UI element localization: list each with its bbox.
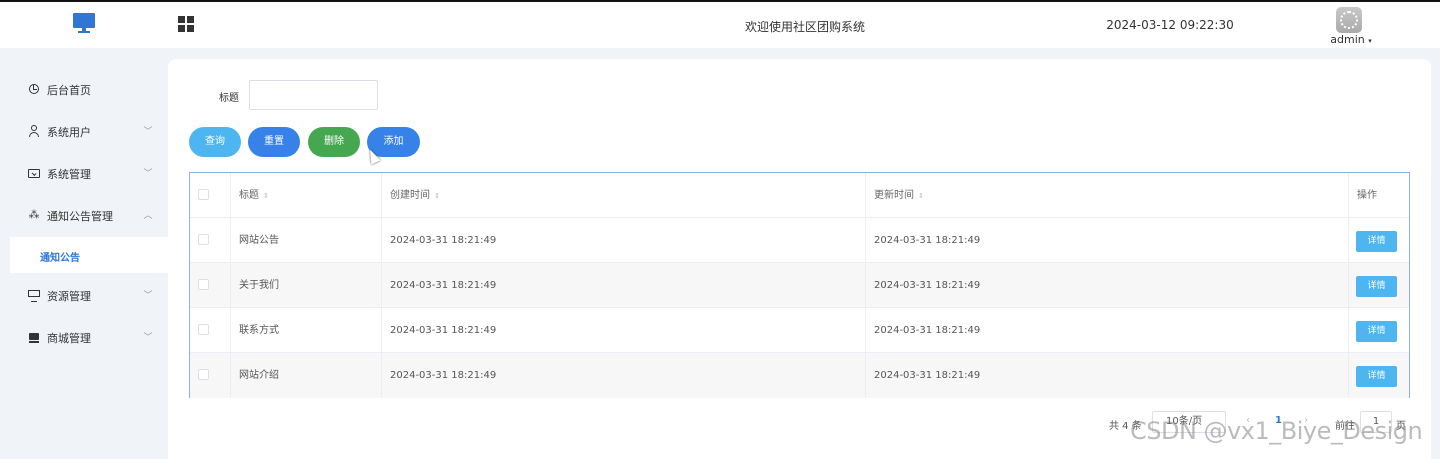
row-checkbox[interactable] [198, 279, 209, 290]
chevron-down-icon: ﹀ [143, 169, 153, 179]
csdn-watermark: CSDN @vx1_Biye_Design [1130, 417, 1423, 445]
avatar[interactable] [1336, 7, 1362, 33]
cell-title: 关于我们 [231, 263, 382, 308]
current-datetime: 2024-03-12 09:22:30 [1106, 18, 1234, 32]
column-header-label: 操作 [1357, 190, 1377, 201]
chevron-down-icon: ﹀ [143, 333, 153, 343]
select-all-cell [190, 173, 231, 218]
system-title: 欢迎使用社区团购系统 [744, 20, 865, 34]
sidebar-item-system-users[interactable]: 系统用户 ﹀ [0, 113, 168, 149]
monitor-icon [28, 289, 40, 302]
table-row: 联系方式 2024-03-31 18:21:49 2024-03-31 18:2… [190, 308, 1409, 353]
detail-button[interactable]: 详情 [1356, 366, 1397, 387]
sidebar: 后台首页 系统用户 ﹀ 系统管理 ﹀ ⁂ 通知公告管理 ︿ 通知公告 资源管理 … [0, 48, 168, 459]
table-row: 网站公告 2024-03-31 18:21:49 2024-03-31 18:2… [190, 218, 1409, 263]
sidebar-item-notice-management[interactable]: ⁂ 通知公告管理 ︿ [0, 197, 168, 233]
cell-actions: 详情 [1349, 353, 1409, 398]
app-header: 欢迎使用社区团购系统 2024-03-12 09:22:30 admin ▾ [0, 2, 1440, 48]
row-checkbox[interactable] [198, 234, 209, 245]
title-filter-input[interactable] [249, 80, 378, 110]
row-select-cell [190, 263, 231, 308]
sort-icon[interactable]: ⇕ [263, 192, 269, 200]
avatar-clock-icon [1340, 11, 1358, 29]
reset-button[interactable]: 重置 [248, 127, 300, 157]
cell-created: 2024-03-31 18:21:49 [382, 218, 866, 263]
column-header-updated[interactable]: 更新时间 ⇕ [866, 173, 1349, 218]
sidebar-item-home[interactable]: 后台首页 [0, 71, 168, 107]
sidebar-item-shop-management[interactable]: 商城管理 ﹀ [0, 319, 168, 355]
sort-icon[interactable]: ⇕ [918, 192, 924, 200]
sidebar-item-resource-management[interactable]: 资源管理 ﹀ [0, 277, 168, 313]
cell-title: 网站公告 [231, 218, 382, 263]
cell-created: 2024-03-31 18:21:49 [382, 308, 866, 353]
detail-button[interactable]: 详情 [1356, 231, 1397, 252]
folder-icon [28, 167, 40, 179]
column-header-created[interactable]: 创建时间 ⇕ [382, 173, 866, 218]
sidebar-item-label: 通知公告管理 [47, 210, 113, 223]
user-menu[interactable]: admin ▾ [1326, 33, 1376, 46]
column-header-label: 标题 [239, 190, 259, 201]
cell-actions: 详情 [1349, 218, 1409, 263]
title-filter-label: 标题 [219, 93, 239, 104]
row-select-cell [190, 353, 231, 398]
chevron-down-icon: ﹀ [143, 127, 153, 137]
cell-updated: 2024-03-31 18:21:49 [866, 353, 1349, 398]
cell-created: 2024-03-31 18:21:49 [382, 263, 866, 308]
shop-icon [28, 331, 40, 343]
sidebar-item-label: 系统用户 [47, 126, 91, 139]
chevron-down-icon: ﹀ [143, 291, 153, 301]
menu-grid-icon[interactable] [178, 16, 194, 32]
row-select-cell [190, 218, 231, 263]
table-row: 关于我们 2024-03-31 18:21:49 2024-03-31 18:2… [190, 263, 1409, 308]
sidebar-item-label: 后台首页 [47, 84, 91, 97]
cell-actions: 详情 [1349, 263, 1409, 308]
cell-updated: 2024-03-31 18:21:49 [866, 263, 1349, 308]
cell-updated: 2024-03-31 18:21:49 [866, 218, 1349, 263]
user-icon [28, 125, 40, 137]
table-row: 网站介绍 2024-03-31 18:21:49 2024-03-31 18:2… [190, 353, 1409, 398]
cell-created: 2024-03-31 18:21:49 [382, 353, 866, 398]
column-header-label: 更新时间 [874, 190, 914, 201]
cell-title: 联系方式 [231, 308, 382, 353]
row-select-cell [190, 308, 231, 353]
column-header-title[interactable]: 标题 ⇕ [231, 173, 382, 218]
row-checkbox[interactable] [198, 324, 209, 335]
cell-title: 网站介绍 [231, 353, 382, 398]
chevron-up-icon: ︿ [143, 211, 153, 221]
sidebar-item-label: 系统管理 [47, 168, 91, 181]
sidebar-item-label: 资源管理 [47, 290, 91, 303]
dashboard-icon [28, 83, 40, 95]
detail-button[interactable]: 详情 [1356, 276, 1397, 297]
cell-actions: 详情 [1349, 308, 1409, 353]
sidebar-item-label: 商城管理 [47, 332, 91, 345]
cell-updated: 2024-03-31 18:21:49 [866, 308, 1349, 353]
detail-button[interactable]: 详情 [1356, 321, 1397, 342]
column-header-actions: 操作 [1349, 173, 1409, 218]
username: admin [1330, 33, 1365, 46]
row-checkbox[interactable] [198, 369, 209, 380]
notice-table: 标题 ⇕ 创建时间 ⇕ 更新时间 ⇕ 操作 网站公告 2024-03-31 18:21… [189, 172, 1410, 398]
column-header-label: 创建时间 [390, 190, 430, 201]
table-header-row: 标题 ⇕ 创建时间 ⇕ 更新时间 ⇕ 操作 [190, 173, 1409, 218]
delete-button[interactable]: 删除 [308, 127, 360, 157]
sort-icon[interactable]: ⇕ [434, 192, 440, 200]
select-all-checkbox[interactable] [198, 189, 209, 200]
caret-down-icon: ▾ [1368, 37, 1372, 45]
sparkle-icon: ⁂ [28, 208, 40, 221]
sidebar-subitem-label: 通知公告 [40, 253, 80, 264]
sidebar-item-system-management[interactable]: 系统管理 ﹀ [0, 155, 168, 191]
monitor-logo-icon[interactable] [73, 13, 95, 33]
sidebar-subitem-notice[interactable]: 通知公告 [10, 237, 168, 273]
query-button[interactable]: 查询 [189, 127, 241, 157]
